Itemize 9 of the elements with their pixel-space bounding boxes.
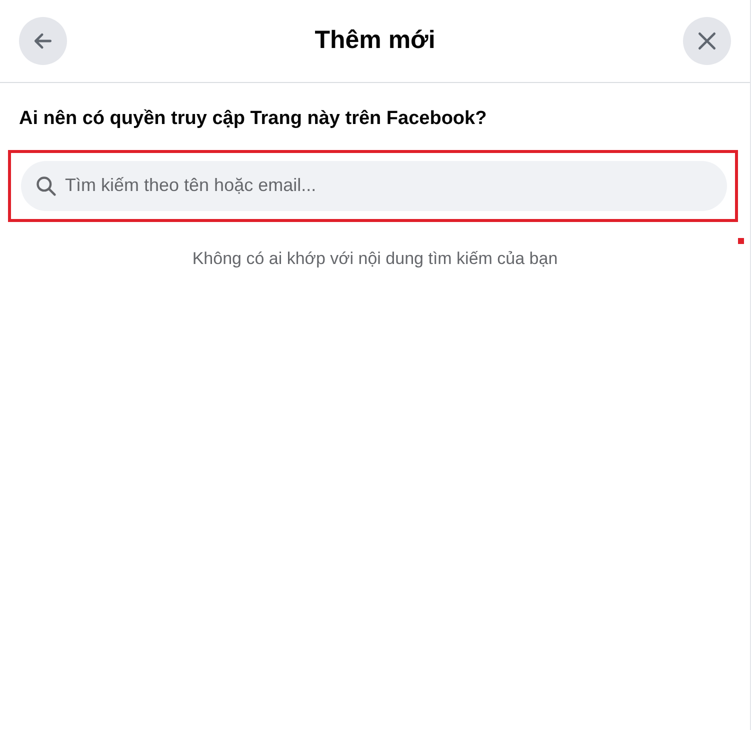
annotation-marker — [738, 238, 744, 244]
close-icon — [696, 30, 718, 52]
back-button[interactable] — [19, 17, 67, 65]
question-text: Ai nên có quyền truy cập Trang này trên Facebook? — [19, 107, 488, 131]
search-icon — [35, 174, 57, 196]
dialog-title: Thêm mới — [314, 25, 436, 56]
search-field[interactable]: Tìm kiếm theo tên hoặc email... — [21, 160, 727, 210]
empty-message: Không có ai khớp với nội dung tìm kiếm của bạn — [191, 248, 559, 270]
close-button[interactable] — [682, 17, 731, 65]
